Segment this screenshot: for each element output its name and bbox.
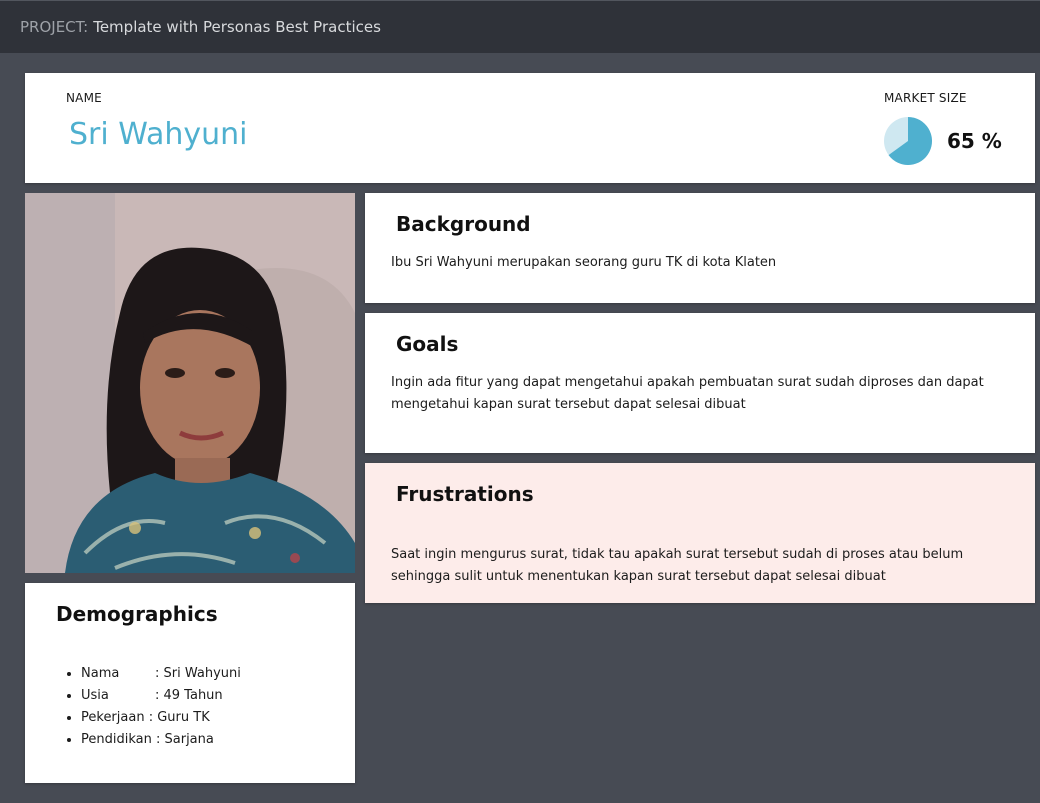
demographic-key: Pekerjaan bbox=[81, 710, 145, 725]
background-text: Ibu Sri Wahyuni merupakan seorang guru T… bbox=[391, 255, 777, 270]
list-item: Pekerjaan : Guru TK bbox=[81, 707, 241, 729]
persona-name: Sri Wahyuni bbox=[69, 117, 248, 152]
demographics-list: Nama : Sri Wahyuni Usia : 49 Tahun Pekerja… bbox=[65, 663, 241, 751]
demographic-value: : Guru TK bbox=[148, 710, 210, 725]
market-size-pie bbox=[884, 117, 932, 165]
list-item: Usia : 49 Tahun bbox=[81, 685, 241, 707]
demographics-card: Demographics Nama : Sri Wahyuni Usia : 49 … bbox=[25, 583, 355, 783]
demographic-key: Pendidikan bbox=[81, 732, 152, 747]
project-header-bar: PROJECT: Template with Personas Best Pra… bbox=[0, 0, 1040, 53]
frustrations-text: Saat ingin mengurus surat, tidak tau apa… bbox=[391, 547, 964, 584]
project-name: Template with Personas Best Practices bbox=[93, 18, 381, 36]
background-card: Background Ibu Sri Wahyuni merupakan seo… bbox=[365, 193, 1035, 303]
persona-photo-illustration bbox=[25, 193, 355, 573]
market-size-value: 65 % bbox=[947, 129, 1002, 153]
goals-title: Goals bbox=[396, 332, 459, 356]
project-label: PROJECT: bbox=[20, 18, 89, 36]
goals-text: Ingin ada fitur yang dapat mengetahui ap… bbox=[391, 375, 984, 412]
demographic-key: Usia bbox=[81, 688, 109, 703]
name-label: NAME bbox=[66, 91, 102, 105]
list-item: Nama : Sri Wahyuni bbox=[81, 663, 241, 685]
demographic-value: : 49 Tahun bbox=[155, 688, 223, 703]
background-title: Background bbox=[396, 212, 531, 236]
demographics-title: Demographics bbox=[56, 602, 218, 626]
demographic-value: : Sarjana bbox=[156, 732, 214, 747]
demographic-key: Nama bbox=[81, 666, 120, 681]
goals-card: Goals Ingin ada fitur yang dapat mengeta… bbox=[365, 313, 1035, 453]
frustrations-title: Frustrations bbox=[396, 482, 534, 506]
list-item: Pendidikan : Sarjana bbox=[81, 729, 241, 751]
frustrations-card: Frustrations Saat ingin mengurus surat, … bbox=[365, 463, 1035, 603]
persona-header-card: NAME Sri Wahyuni MARKET SIZE 65 % bbox=[25, 73, 1035, 183]
demographic-value: : Sri Wahyuni bbox=[155, 666, 241, 681]
market-size-label: MARKET SIZE bbox=[884, 91, 967, 105]
persona-photo bbox=[25, 193, 355, 573]
